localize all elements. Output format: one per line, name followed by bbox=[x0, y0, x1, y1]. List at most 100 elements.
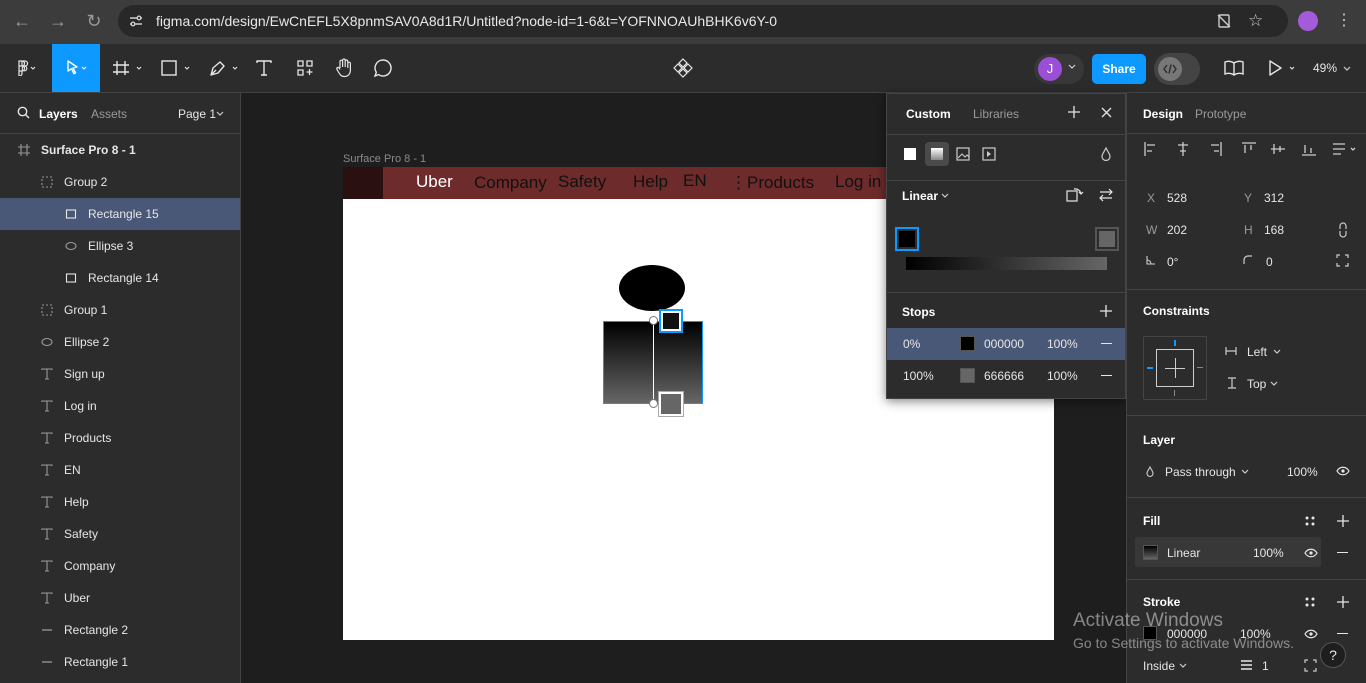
address-bar[interactable]: figma.com/design/EwCnEFL5X8pnmSAV0A8d1R/… bbox=[118, 5, 1288, 37]
frame-tool-icon[interactable] bbox=[108, 44, 148, 92]
hand-tool-icon[interactable] bbox=[331, 44, 357, 92]
rectangle-tool-icon[interactable] bbox=[156, 44, 196, 92]
layer-row[interactable]: Ellipse 3 bbox=[0, 230, 240, 262]
zoom-level[interactable]: 49% bbox=[1313, 61, 1337, 75]
styles-grid-icon[interactable] bbox=[1304, 515, 1316, 527]
layer-row[interactable]: Surface Pro 8 - 1 bbox=[0, 134, 240, 166]
tab-assets[interactable]: Assets bbox=[91, 107, 127, 121]
search-icon[interactable] bbox=[17, 106, 30, 119]
layer-row[interactable]: Products bbox=[0, 422, 240, 454]
video-fill-icon[interactable] bbox=[982, 147, 996, 161]
forward-icon[interactable]: → bbox=[44, 7, 72, 35]
remove-fill-icon[interactable] bbox=[1337, 552, 1348, 553]
vertical-constraint-select[interactable]: Top bbox=[1247, 377, 1266, 391]
rotate-gradient-icon[interactable] bbox=[1066, 187, 1084, 203]
constraint-bottom-indicator[interactable] bbox=[1174, 390, 1175, 396]
zoom-chevron-icon[interactable] bbox=[1343, 65, 1351, 73]
layer-row[interactable]: Uber bbox=[0, 582, 240, 614]
layer-row[interactable]: Ellipse 2 bbox=[0, 326, 240, 358]
gradient-type[interactable]: Linear bbox=[902, 189, 938, 203]
stop-marker-0[interactable] bbox=[895, 227, 919, 251]
layer-row[interactable]: Group 2 bbox=[0, 166, 240, 198]
blend-mode-select[interactable]: Pass through bbox=[1165, 465, 1236, 479]
add-stop-icon[interactable] bbox=[1100, 305, 1112, 317]
profile-avatar[interactable] bbox=[1298, 11, 1318, 31]
independent-corners-icon[interactable] bbox=[1336, 254, 1349, 267]
stroke-visibility-eye-icon[interactable] bbox=[1304, 629, 1318, 639]
layer-row[interactable]: Rectangle 2 bbox=[0, 614, 240, 646]
remove-stop-icon[interactable] bbox=[1101, 375, 1112, 376]
add-stroke-icon[interactable] bbox=[1337, 596, 1349, 608]
stop-marker-1[interactable] bbox=[1095, 227, 1119, 251]
stop-position[interactable]: 100% bbox=[903, 369, 934, 383]
layer-row[interactable]: Rectangle 15 bbox=[0, 198, 240, 230]
tab-custom[interactable]: Custom bbox=[906, 107, 951, 121]
nav-safety[interactable]: Safety bbox=[558, 172, 606, 192]
help-button[interactable]: ? bbox=[1320, 642, 1346, 668]
layer-row[interactable]: Rectangle 1 bbox=[0, 646, 240, 678]
bookmark-star-icon[interactable]: ☆ bbox=[1248, 11, 1263, 31]
page-chevron-icon[interactable] bbox=[216, 110, 224, 118]
remove-stop-icon[interactable] bbox=[1101, 343, 1112, 344]
add-fill-icon[interactable] bbox=[1337, 515, 1349, 527]
nav-uber[interactable]: Uber bbox=[416, 172, 453, 192]
no-tracking-icon[interactable] bbox=[1216, 13, 1232, 29]
url-text[interactable]: figma.com/design/EwCnEFL5X8pnmSAV0A8d1R/… bbox=[156, 13, 777, 29]
remove-stroke-icon[interactable] bbox=[1337, 633, 1348, 634]
stop-color-swatch[interactable] bbox=[960, 368, 975, 383]
gradient-type-chevron-icon[interactable] bbox=[941, 192, 949, 200]
component-icon[interactable] bbox=[670, 44, 696, 92]
library-book-icon[interactable] bbox=[1220, 44, 1248, 92]
figma-menu-icon[interactable] bbox=[8, 44, 44, 92]
blend-drop-icon[interactable] bbox=[1100, 147, 1112, 161]
x-input[interactable]: 528 bbox=[1167, 191, 1187, 205]
stop-hex[interactable]: 666666 bbox=[984, 369, 1024, 383]
gradient-stop-0-swatch[interactable] bbox=[659, 309, 683, 333]
gradient-fill-button[interactable] bbox=[925, 142, 949, 166]
pen-tool-icon[interactable] bbox=[204, 44, 244, 92]
stroke-sides-icon[interactable] bbox=[1304, 659, 1317, 672]
gradient-bar[interactable] bbox=[906, 257, 1107, 270]
image-fill-icon[interactable] bbox=[956, 147, 970, 161]
layer-opacity-input[interactable]: 100% bbox=[1287, 465, 1318, 479]
layer-row[interactable]: Group 1 bbox=[0, 294, 240, 326]
constraint-right-indicator[interactable] bbox=[1197, 367, 1203, 368]
gradient-start-handle[interactable] bbox=[649, 316, 658, 325]
stop-hex[interactable]: 000000 bbox=[984, 337, 1024, 351]
constraint-left-indicator[interactable] bbox=[1147, 367, 1153, 369]
text-tool-icon[interactable] bbox=[252, 44, 276, 92]
ellipse-3[interactable] bbox=[619, 265, 685, 311]
tab-libraries[interactable]: Libraries bbox=[973, 107, 1019, 121]
site-settings-icon[interactable] bbox=[128, 13, 144, 29]
layer-row[interactable]: Help bbox=[0, 486, 240, 518]
nav-help[interactable]: Help bbox=[633, 172, 668, 192]
tab-layers[interactable]: Layers bbox=[39, 107, 78, 121]
tab-design[interactable]: Design bbox=[1143, 107, 1183, 121]
radius-input[interactable]: 0 bbox=[1266, 255, 1273, 269]
width-input[interactable]: 202 bbox=[1167, 223, 1187, 237]
fill-row[interactable]: Linear 100% bbox=[1135, 537, 1321, 567]
resources-tool-icon[interactable] bbox=[292, 44, 318, 92]
share-button[interactable]: Share bbox=[1092, 54, 1146, 84]
layer-row[interactable]: Rectangle 14 bbox=[0, 262, 240, 294]
y-input[interactable]: 312 bbox=[1264, 191, 1284, 205]
stop-color-swatch[interactable] bbox=[960, 336, 975, 351]
back-icon[interactable]: ← bbox=[8, 7, 36, 35]
multiplayer-menu[interactable]: J bbox=[1034, 54, 1084, 84]
fill-swatch[interactable] bbox=[1143, 545, 1158, 560]
horizontal-constraint-select[interactable]: Left bbox=[1247, 345, 1267, 359]
layer-row[interactable]: Company bbox=[0, 550, 240, 582]
dev-mode-toggle[interactable] bbox=[1154, 53, 1200, 85]
constrain-proportions-icon[interactable] bbox=[1338, 222, 1348, 238]
rotation-input[interactable]: 0° bbox=[1167, 255, 1178, 269]
nav-logo-block[interactable] bbox=[343, 167, 383, 199]
fill-opacity[interactable]: 100% bbox=[1253, 546, 1284, 560]
stop-opacity[interactable]: 100% bbox=[1047, 337, 1078, 351]
visibility-eye-icon[interactable] bbox=[1336, 466, 1350, 476]
stop-position[interactable]: 0% bbox=[903, 337, 920, 351]
nav-en[interactable]: EN bbox=[683, 171, 707, 191]
gradient-end-handle[interactable] bbox=[649, 399, 658, 408]
nav-company[interactable]: Company bbox=[474, 173, 547, 193]
height-input[interactable]: 168 bbox=[1264, 223, 1284, 237]
gradient-stop-row[interactable]: 0% 000000 100% bbox=[887, 328, 1125, 360]
